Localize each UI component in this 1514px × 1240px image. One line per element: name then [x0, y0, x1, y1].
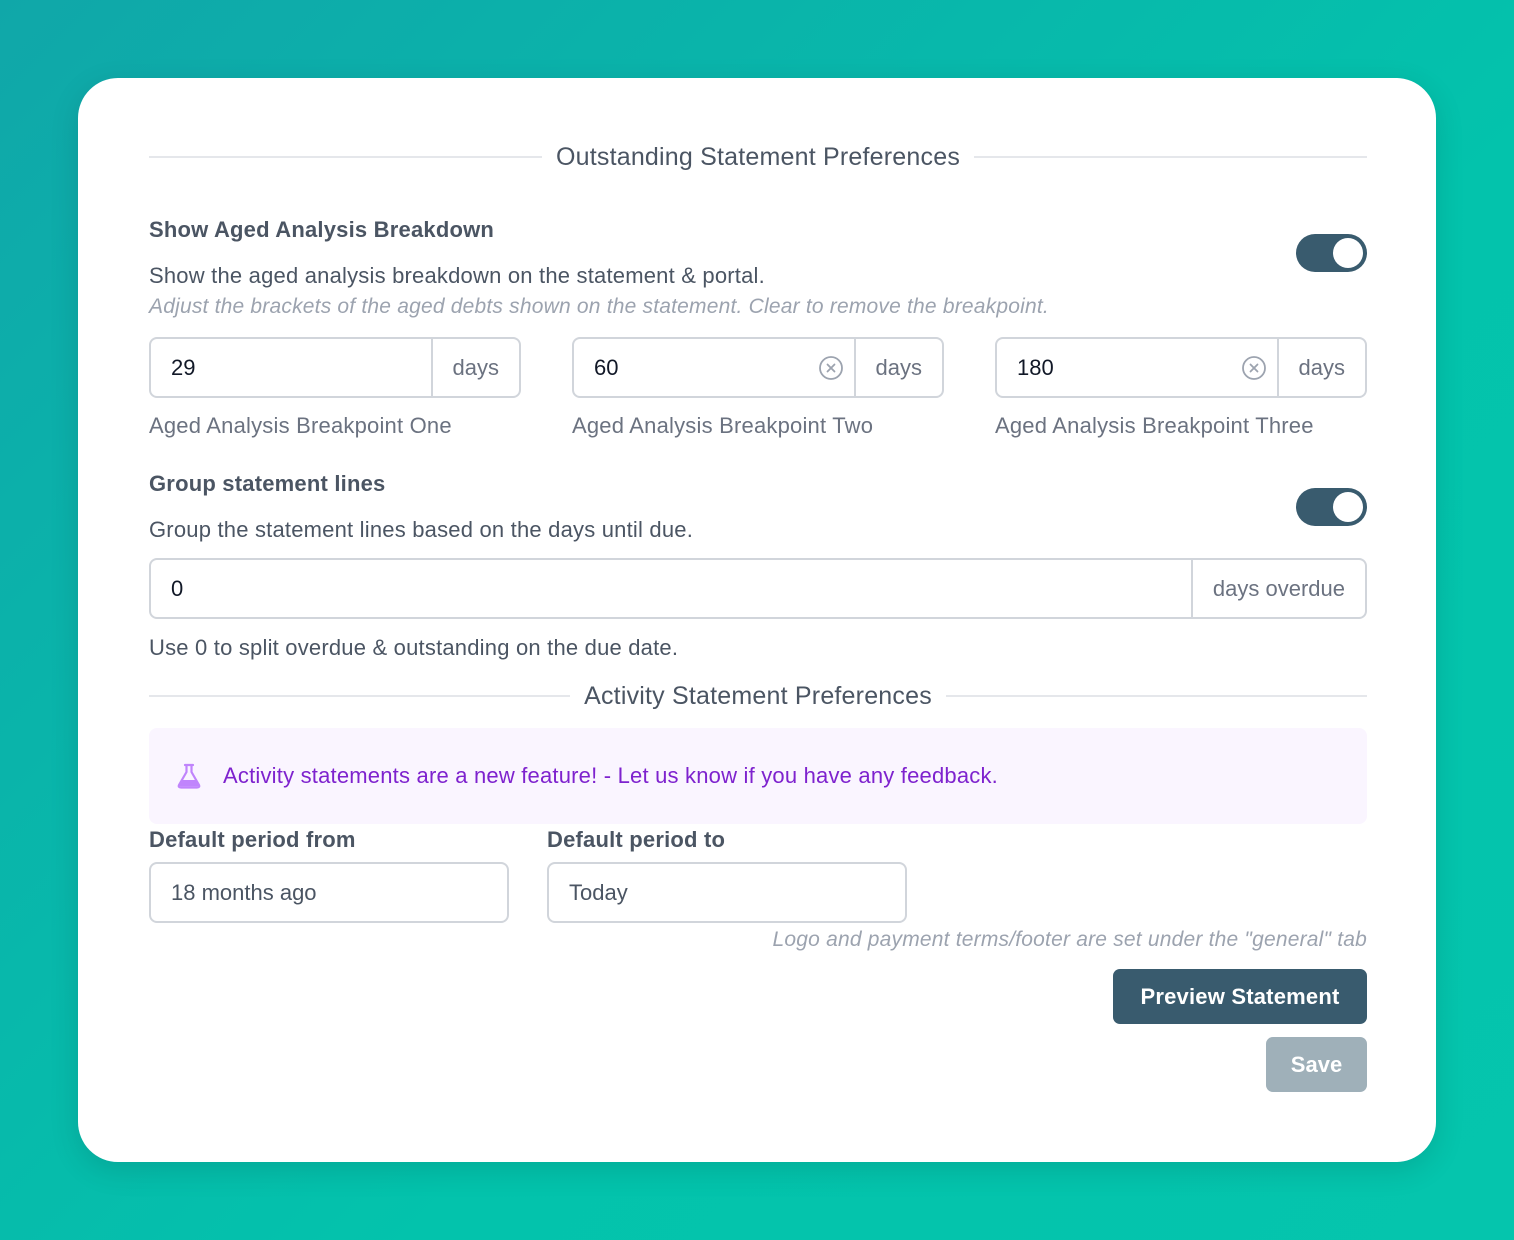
outstanding-section-header: Outstanding Statement Preferences [149, 144, 1367, 169]
divider [945, 695, 1367, 697]
flask-icon [177, 763, 201, 789]
aged-analysis-toggle[interactable] [1296, 234, 1367, 272]
toggle-knob [1333, 492, 1363, 522]
outstanding-section-title: Outstanding Statement Preferences [555, 142, 961, 171]
clear-icon[interactable] [818, 355, 844, 381]
period-to-label: Default period to [547, 827, 726, 852]
group-lines-description: Group the statement lines based on the d… [149, 517, 694, 542]
breakpoint-one-input[interactable]: 29 [151, 339, 431, 396]
activity-feature-notice-text[interactable]: Activity statements are a new feature! -… [223, 763, 998, 789]
group-lines-toggle[interactable] [1296, 488, 1367, 526]
aged-analysis-title: Show Aged Analysis Breakdown [149, 217, 495, 242]
period-from-label: Default period from [149, 827, 356, 852]
general-tab-note: Logo and payment terms/footer are set un… [772, 928, 1367, 951]
activity-section-title: Activity Statement Preferences [584, 681, 932, 710]
clear-icon[interactable] [1241, 355, 1267, 381]
aged-analysis-hint: Adjust the brackets of the aged debts sh… [149, 295, 1049, 318]
divider [149, 156, 542, 158]
period-from-select[interactable]: 18 months ago [149, 862, 509, 923]
days-overdue-suffix: days overdue [1190, 560, 1365, 617]
breakpoint-two-input-group: 60 days [572, 337, 944, 398]
breakpoint-one-input-group: 29 days [149, 337, 521, 398]
breakpoint-three-input-group: 180 days [995, 337, 1367, 398]
breakpoint-two-input[interactable]: 60 [594, 355, 618, 381]
activity-section-header: Activity Statement Preferences [149, 683, 1367, 708]
group-lines-title: Group statement lines [149, 471, 386, 496]
days-overdue-input[interactable]: 0 [151, 560, 1191, 617]
toggle-knob [1333, 238, 1363, 268]
save-button[interactable]: Save [1266, 1037, 1367, 1092]
breakpoint-one-suffix: days [430, 339, 519, 396]
breakpoint-three-input[interactable]: 180 [1017, 355, 1054, 381]
group-lines-help: Use 0 to split overdue & outstanding on … [149, 635, 679, 660]
breakpoint-three-caption: Aged Analysis Breakpoint Three [995, 413, 1314, 438]
divider [974, 156, 1367, 158]
activity-feature-notice: Activity statements are a new feature! -… [149, 728, 1367, 824]
breakpoint-three-suffix: days [1276, 339, 1365, 396]
breakpoint-two-suffix: days [853, 339, 942, 396]
period-to-select[interactable]: Today [547, 862, 907, 923]
divider [149, 695, 571, 697]
breakpoint-one-caption: Aged Analysis Breakpoint One [149, 413, 452, 438]
breakpoint-two-caption: Aged Analysis Breakpoint Two [572, 413, 874, 438]
breakpoint-three-field[interactable]: 180 [997, 339, 1277, 396]
preview-statement-button[interactable]: Preview Statement [1113, 969, 1367, 1024]
aged-analysis-description: Show the aged analysis breakdown on the … [149, 263, 765, 288]
statement-preferences-card: Outstanding Statement Preferences Show A… [78, 78, 1436, 1162]
breakpoint-two-field[interactable]: 60 [574, 339, 854, 396]
days-overdue-input-group: 0 days overdue [149, 558, 1367, 619]
